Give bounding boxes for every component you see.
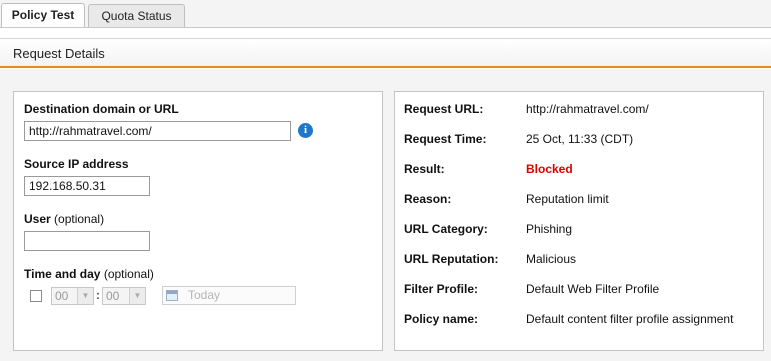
panel-title: Request Details bbox=[13, 46, 105, 61]
user-label: User (optional) bbox=[24, 212, 105, 226]
result-label: Result: bbox=[404, 162, 445, 176]
policy-test-panel: Request Details Destination domain or UR… bbox=[0, 27, 771, 361]
request-time-label: Request Time: bbox=[404, 132, 487, 146]
time-day-checkbox[interactable] bbox=[30, 290, 42, 302]
calendar-icon[interactable] bbox=[166, 290, 178, 301]
minute-select[interactable]: 00 ▼ bbox=[102, 287, 146, 305]
hour-select[interactable]: 00 ▼ bbox=[51, 287, 94, 305]
request-url-label: Request URL: bbox=[404, 102, 484, 116]
reason-value: Reputation limit bbox=[526, 192, 609, 206]
url-category-value: Phishing bbox=[526, 222, 573, 236]
request-form: Destination domain or URL i Source IP ad… bbox=[13, 91, 383, 351]
destination-label: Destination domain or URL bbox=[24, 102, 179, 116]
request-url-value: http://rahmatravel.com/ bbox=[526, 102, 649, 116]
status-badge: Blocked bbox=[526, 162, 573, 176]
url-reputation-value: Malicious bbox=[526, 252, 577, 266]
tab-quota-status[interactable]: Quota Status bbox=[88, 4, 185, 27]
date-placeholder: Today bbox=[188, 288, 221, 302]
date-picker[interactable]: Today bbox=[162, 286, 296, 305]
tab-bar: Policy Test Quota Status bbox=[0, 0, 771, 28]
filter-profile-value: Default Web Filter Profile bbox=[526, 282, 660, 296]
filter-profile-label: Filter Profile: bbox=[404, 282, 479, 296]
request-time-value: 25 Oct, 11:33 (CDT) bbox=[526, 132, 634, 146]
source-ip-label: Source IP address bbox=[24, 157, 129, 171]
policy-name-label: Policy name: bbox=[404, 312, 479, 326]
user-input[interactable] bbox=[24, 231, 150, 251]
url-category-label: URL Category: bbox=[404, 222, 488, 236]
panel-content: Destination domain or URL i Source IP ad… bbox=[0, 69, 771, 361]
request-details-header: Request Details bbox=[0, 38, 771, 68]
destination-url-input[interactable] bbox=[24, 121, 291, 141]
url-reputation-label: URL Reputation: bbox=[404, 252, 499, 266]
time-day-label: Time and day (optional) bbox=[24, 267, 154, 281]
reason-label: Reason: bbox=[404, 192, 452, 206]
policy-name-value: Default content filter profile assignmen… bbox=[526, 312, 734, 326]
result-details: Request URL: http://rahmatravel.com/ Req… bbox=[394, 91, 764, 351]
chevron-down-icon: ▼ bbox=[77, 288, 93, 304]
chevron-down-icon: ▼ bbox=[129, 288, 145, 304]
time-separator: : bbox=[96, 288, 100, 302]
tab-policy-test[interactable]: Policy Test bbox=[1, 3, 85, 28]
source-ip-input[interactable] bbox=[24, 176, 150, 196]
info-icon[interactable]: i bbox=[298, 123, 313, 138]
